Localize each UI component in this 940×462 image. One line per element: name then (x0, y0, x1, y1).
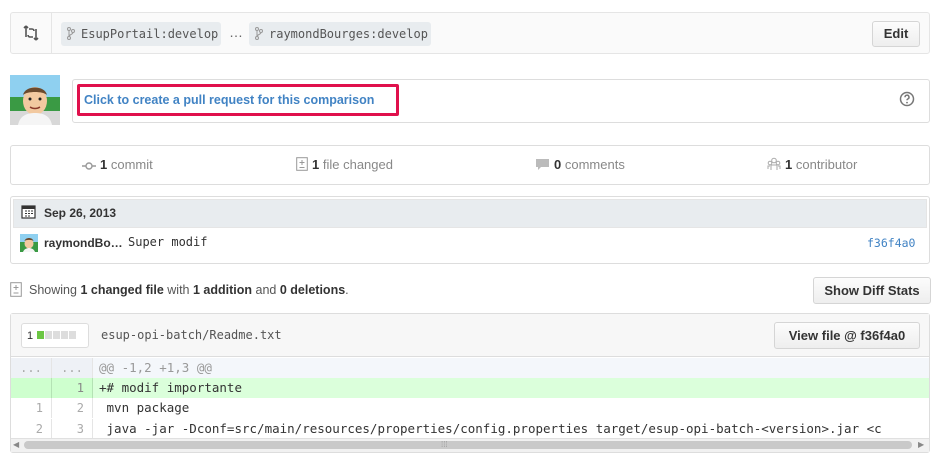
contributors-stat[interactable]: 1 contributor (767, 157, 857, 172)
base-branch-selector[interactable]: EsupPortail:develop (61, 22, 221, 46)
file-diff-icon (296, 157, 308, 171)
files-changed-stat[interactable]: 1 file changed (296, 157, 393, 172)
contributors-count: 1 (785, 157, 793, 172)
neutral-block (53, 331, 60, 339)
old-line-number[interactable]: 1 (11, 398, 52, 418)
question-icon[interactable] (899, 91, 915, 107)
compare-icon (23, 25, 39, 41)
head-branch-label: raymondBourges:develop (269, 27, 428, 41)
branch-icon (255, 27, 263, 40)
edit-button[interactable]: Edit (872, 21, 920, 47)
comments-count: 0 (554, 157, 562, 172)
commit-author-avatar[interactable] (20, 234, 38, 252)
commit-message[interactable]: Super modif (128, 235, 207, 249)
neutral-block (69, 331, 76, 339)
neutral-block (61, 331, 68, 339)
commit-sha-link[interactable]: f36f4a0 (867, 236, 915, 250)
file-name[interactable]: esup-opi-batch/Readme.txt (101, 328, 282, 342)
files-count: 1 (312, 157, 320, 172)
diff-addition-row: 1 +# modif importante (11, 378, 929, 398)
files-label: file changed (322, 157, 393, 172)
scrollbar-thumb[interactable] (24, 441, 912, 449)
old-line-number[interactable] (11, 378, 52, 398)
old-line-number[interactable]: ... (11, 358, 52, 378)
base-branch-label: EsupPortail:develop (81, 27, 219, 41)
organization-icon (767, 157, 781, 170)
compare-separator (51, 12, 52, 54)
commits-count: 1 (100, 157, 108, 172)
code-line: java -jar -Dconf=src/main/resources/prop… (99, 421, 882, 436)
neutral-block (45, 331, 52, 339)
contributors-label: contributor (795, 157, 858, 172)
code-line: +# modif importante (99, 380, 242, 395)
new-line-number[interactable]: 3 (52, 419, 93, 439)
head-branch-selector[interactable]: raymondBourges:develop (249, 22, 431, 46)
commits-stat[interactable]: 1 commit (82, 157, 153, 172)
show-diff-stats-button[interactable]: Show Diff Stats (813, 277, 931, 304)
diff-context-row: 2 3 java -jar -Dconf=src/main/resources/… (11, 419, 929, 439)
comment-icon (536, 159, 549, 170)
commit-date: Sep 26, 2013 (44, 206, 117, 220)
commit-author[interactable]: raymondBo… (44, 236, 123, 250)
diff-summary: Showing 1 changed file with 1 addition a… (29, 283, 349, 297)
commits-label: commit (110, 157, 153, 172)
new-line-number[interactable]: ... (52, 358, 93, 378)
addition-block (37, 331, 44, 339)
create-pull-request-link[interactable]: Click to create a pull request for this … (84, 93, 374, 107)
new-line-number[interactable]: 1 (52, 378, 93, 398)
avatar (10, 75, 60, 125)
commit-icon (82, 162, 96, 170)
scroll-left-arrow-icon[interactable]: ◀ (13, 440, 19, 449)
view-file-button[interactable]: View file @ f36f4a0 (774, 322, 920, 349)
old-line-number[interactable]: 2 (11, 419, 52, 439)
code-line: mvn package (99, 400, 190, 415)
calendar-icon (21, 205, 36, 219)
commit-date-row (13, 199, 927, 228)
scroll-right-arrow-icon[interactable]: ▶ (918, 440, 924, 449)
branch-icon (67, 27, 75, 40)
diff-context-row: 1 2 mvn package (11, 398, 929, 418)
comments-stat[interactable]: 0 comments (535, 157, 625, 172)
hunk-header: @@ -1,2 +1,3 @@ (99, 360, 212, 375)
scrollbar-grip-icon: ⁞⁞⁞ (441, 440, 448, 449)
new-line-number[interactable]: 2 (52, 398, 93, 418)
range-separator: … (229, 24, 243, 40)
file-diff-icon (10, 282, 22, 297)
comments-label: comments (564, 157, 625, 172)
diff-hunk-row: ... ... @@ -1,2 +1,3 @@ (11, 358, 929, 378)
diff-count: 1 (27, 330, 34, 342)
